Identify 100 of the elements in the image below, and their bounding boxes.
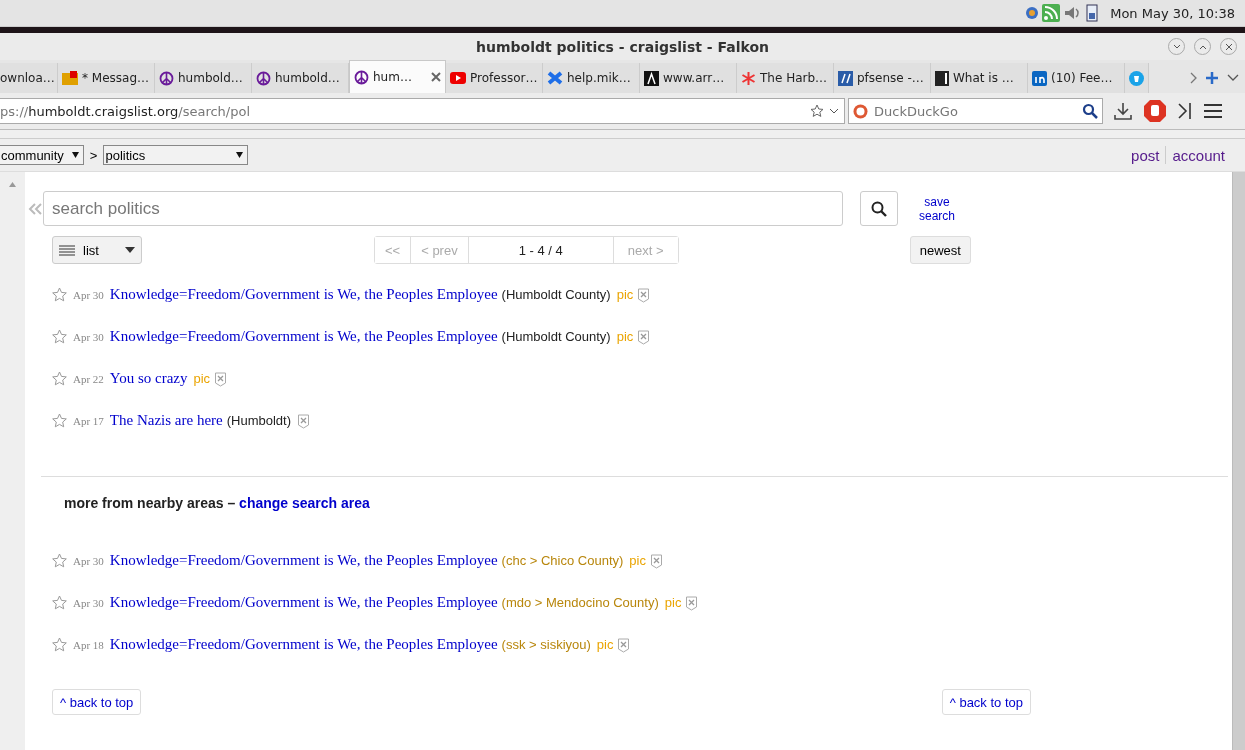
browser-tab[interactable]: The Harb… bbox=[737, 63, 834, 93]
star-icon[interactable] bbox=[52, 371, 67, 386]
caret-icon bbox=[125, 247, 135, 253]
post-title-link[interactable]: Knowledge=Freedom/Government is We, the Peoples Employee bbox=[109, 286, 498, 303]
post-location: (ssk > siskiyou) bbox=[501, 637, 591, 652]
pic-tag: pic bbox=[629, 553, 646, 568]
scroll-up-icon[interactable] bbox=[9, 182, 16, 187]
header-link[interactable]: account bbox=[1172, 146, 1225, 164]
browser-tab[interactable]: * Messag… bbox=[58, 63, 155, 93]
star-icon[interactable] bbox=[810, 104, 824, 118]
pic-tag: pic bbox=[616, 329, 634, 344]
hide-post-icon[interactable] bbox=[297, 412, 310, 429]
area-dropdown[interactable]: community bbox=[0, 145, 84, 165]
category-dropdown[interactable]: politics bbox=[103, 145, 249, 165]
url-text: ps://humboldt.craigslist.org/search/pol bbox=[0, 103, 252, 119]
post-location: (chc > Chico County) bbox=[501, 553, 624, 568]
window-title: humboldt politics - craigslist - Falkon bbox=[476, 38, 769, 55]
star-icon[interactable] bbox=[52, 287, 67, 302]
star-icon[interactable] bbox=[52, 637, 67, 652]
browser-tab[interactable]: Professor… bbox=[446, 63, 543, 93]
star-icon[interactable] bbox=[52, 329, 67, 344]
speaker-icon[interactable] bbox=[1063, 4, 1082, 22]
caret-icon bbox=[236, 152, 244, 158]
chevron-down-icon[interactable] bbox=[829, 107, 839, 115]
hide-post-icon[interactable] bbox=[617, 636, 631, 653]
browser-tab[interactable]: hum… bbox=[349, 60, 446, 93]
chevron-up-icon bbox=[1198, 43, 1207, 50]
header-link[interactable]: post bbox=[1131, 146, 1160, 164]
collapse-icon[interactable] bbox=[28, 202, 42, 215]
search-engine-field[interactable]: DuckDuckGo bbox=[848, 98, 1103, 124]
post-title-link[interactable]: Knowledge=Freedom/Government is We, the Peoples Employee bbox=[109, 328, 498, 345]
chevron-down-icon bbox=[1172, 43, 1181, 50]
peace-sign-icon bbox=[159, 70, 174, 86]
close-icon bbox=[1224, 42, 1233, 51]
hide-post-icon[interactable] bbox=[637, 286, 651, 303]
hide-post-icon[interactable] bbox=[649, 552, 663, 569]
sort-button[interactable]: newest bbox=[909, 236, 971, 264]
breadcrumb-separator: > bbox=[89, 147, 98, 163]
back-to-top-button[interactable]: ^ back to top bbox=[941, 689, 1031, 715]
play-icon bbox=[450, 72, 466, 84]
search-field[interactable]: search politics bbox=[43, 191, 843, 226]
search-button[interactable] bbox=[860, 191, 898, 226]
post-location: (mdo > Mendocino County) bbox=[501, 595, 659, 610]
hide-post-icon[interactable] bbox=[637, 328, 651, 345]
pic-tag: pic bbox=[596, 637, 614, 652]
sidebar-toggle-icon[interactable] bbox=[1177, 102, 1193, 120]
post-date: Apr 17 bbox=[73, 414, 104, 427]
rss-icon[interactable] bbox=[1042, 4, 1061, 22]
browser-tab[interactable]: humbold… bbox=[155, 63, 252, 93]
post-title-link[interactable]: You so crazy bbox=[109, 370, 188, 387]
search-icon bbox=[871, 200, 887, 217]
browser-tab[interactable]: ownloa… bbox=[0, 63, 58, 93]
post-date: Apr 30 bbox=[73, 596, 104, 609]
save-search-link[interactable]: save search bbox=[907, 194, 967, 223]
star-icon[interactable] bbox=[52, 595, 67, 610]
plus-icon[interactable] bbox=[1205, 71, 1219, 85]
scrollbar[interactable] bbox=[1232, 172, 1245, 750]
browser-tab[interactable]: pfsense -… bbox=[834, 63, 931, 93]
chevron-down-icon[interactable] bbox=[1227, 74, 1239, 82]
post-title-link[interactable]: Knowledge=Freedom/Government is We, the Peoples Employee bbox=[109, 636, 498, 653]
post-location: (Humboldt County) bbox=[501, 329, 611, 344]
star-icon[interactable] bbox=[52, 553, 67, 568]
list-icon bbox=[59, 244, 75, 256]
post-date: Apr 30 bbox=[73, 330, 104, 343]
chevron-right-icon[interactable] bbox=[1189, 72, 1197, 84]
post-title-link[interactable]: The Nazis are here bbox=[109, 412, 223, 429]
asterisk-icon bbox=[741, 70, 756, 86]
post-date: Apr 18 bbox=[73, 638, 104, 651]
browser-tab[interactable]: (10) Fee… bbox=[1028, 63, 1125, 93]
address-bar[interactable]: ps://humboldt.craigslist.org/search/pol bbox=[0, 98, 845, 124]
change-area-link[interactable]: change search area bbox=[239, 495, 370, 511]
pic-tag: pic bbox=[193, 371, 211, 386]
browser-tab[interactable]: What is … bbox=[931, 63, 1028, 93]
star-icon[interactable] bbox=[52, 413, 67, 428]
view-dropdown[interactable]: list bbox=[52, 236, 142, 264]
browser-tab[interactable]: www.arr… bbox=[640, 63, 737, 93]
post-title-link[interactable]: Knowledge=Freedom/Government is We, the Peoples Employee bbox=[109, 552, 498, 569]
close-tab-icon[interactable] bbox=[431, 72, 441, 82]
clock[interactable]: Mon May 30, 10:38 bbox=[1110, 5, 1235, 21]
browser-tab[interactable]: humbold… bbox=[252, 63, 349, 93]
browser-tab[interactable]: help.mik… bbox=[543, 63, 640, 93]
post-title-link[interactable]: Knowledge=Freedom/Government is We, the Peoples Employee bbox=[109, 594, 498, 611]
post-date: Apr 30 bbox=[73, 554, 104, 567]
post-location: (Humboldt) bbox=[226, 413, 291, 428]
hide-post-icon[interactable] bbox=[685, 594, 699, 611]
caret-icon bbox=[71, 152, 79, 158]
browser-tray-icon[interactable] bbox=[1025, 6, 1040, 20]
peace-sign-icon bbox=[256, 70, 271, 86]
pic-tag: pic bbox=[664, 595, 682, 610]
nearby-heading: more from nearby areas – change search area bbox=[64, 495, 371, 511]
linkedin-icon bbox=[1032, 70, 1047, 86]
back-to-top-button[interactable]: ^ back to top bbox=[52, 689, 142, 715]
download-icon[interactable] bbox=[1113, 101, 1133, 121]
menu-icon[interactable] bbox=[1203, 103, 1223, 119]
hide-post-icon[interactable] bbox=[214, 370, 228, 387]
post-date: Apr 22 bbox=[73, 372, 104, 385]
browser-tab[interactable] bbox=[1125, 63, 1149, 93]
search-icon[interactable] bbox=[1082, 103, 1098, 119]
cup-icon bbox=[1129, 70, 1144, 86]
pic-tag: pic bbox=[616, 287, 634, 302]
